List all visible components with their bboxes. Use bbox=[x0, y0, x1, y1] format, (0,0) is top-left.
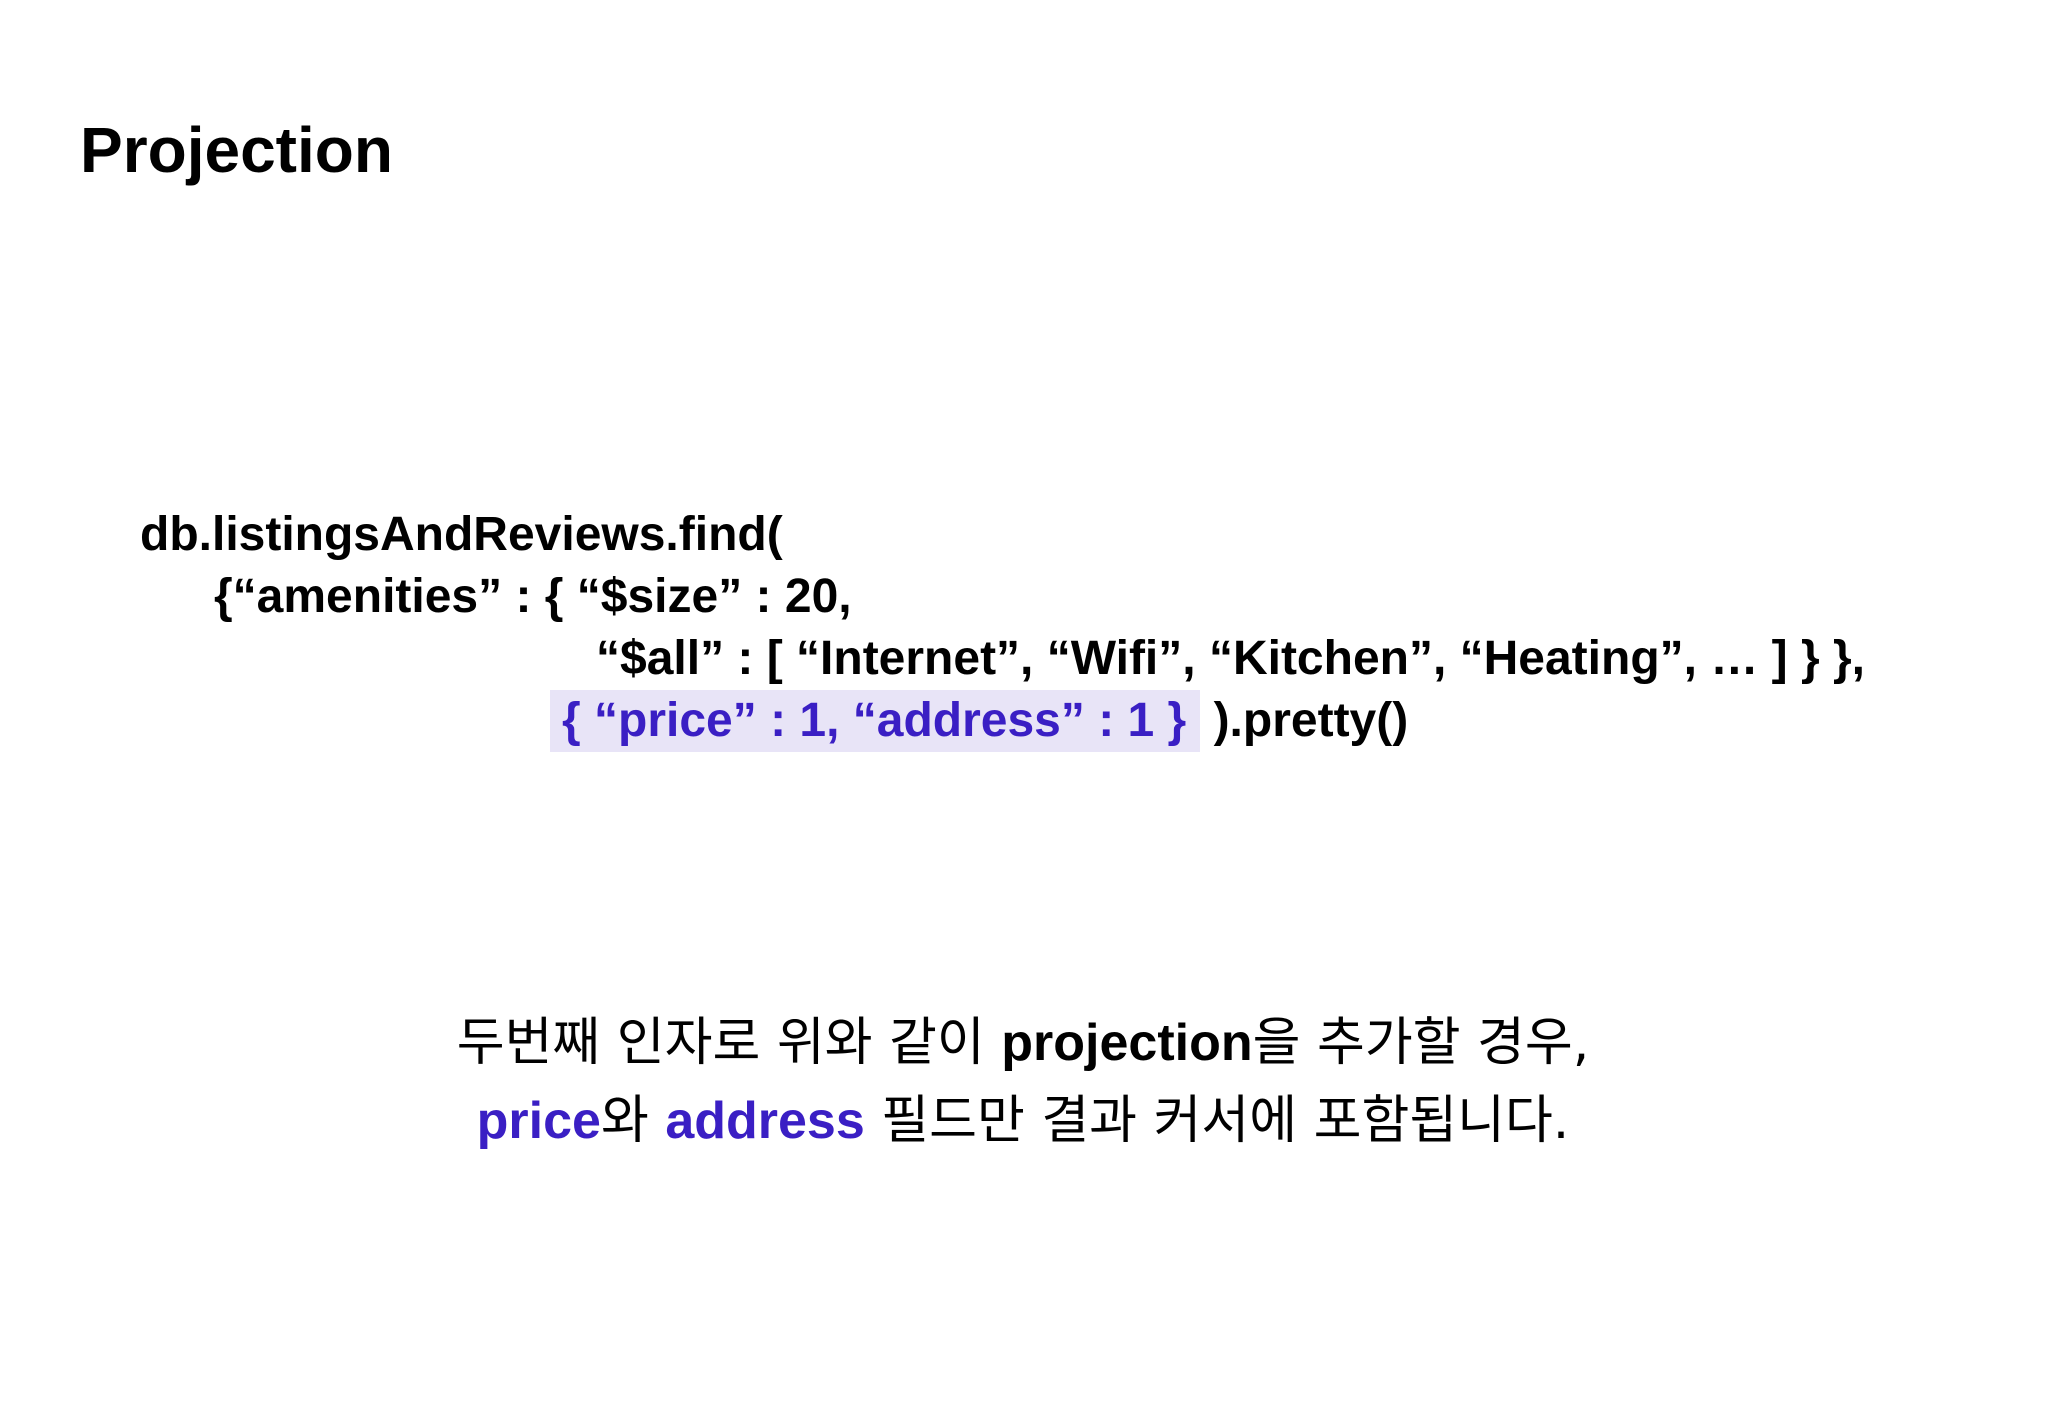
explanation-line-2-suffix: 필드만 결과 커서에 포함됩니다. bbox=[864, 1091, 1570, 1151]
explanation-line-1-prefix: 두번째 인자로 위와 같이 bbox=[456, 1013, 1002, 1073]
code-line-3: “$all” : [ “Internet”, “Wifi”, “Kitchen”… bbox=[596, 632, 1865, 685]
explanation-text: 두번째 인자로 위와 같이 projection을 추가할 경우, price와… bbox=[0, 1004, 2046, 1160]
explanation-line-1-suffix: 을 추가할 경우, bbox=[1252, 1013, 1590, 1073]
projection-term: projection bbox=[1001, 1014, 1253, 1072]
explanation-line-2: price와 address 필드만 결과 커서에 포함됩니다. bbox=[0, 1082, 2046, 1160]
explanation-line-1: 두번째 인자로 위와 같이 projection을 추가할 경우, bbox=[0, 1004, 2046, 1082]
code-line-2: {“amenities” : { “$size” : 20, bbox=[214, 570, 852, 623]
code-line-4: { “price” : 1, “address” : 1 } ).pretty(… bbox=[140, 690, 1865, 752]
explanation-line-2-mid: 와 bbox=[600, 1091, 666, 1151]
code-block: db.listingsAndReviews.find( {“amenities”… bbox=[140, 504, 1865, 752]
slide: Projection db.listingsAndReviews.find( {… bbox=[0, 0, 2046, 1408]
code-line-1: db.listingsAndReviews.find( bbox=[140, 508, 783, 561]
price-term: price bbox=[476, 1092, 601, 1150]
projection-argument-highlight: { “price” : 1, “address” : 1 } bbox=[550, 690, 1201, 752]
slide-title: Projection bbox=[80, 114, 393, 186]
pretty-call: ).pretty() bbox=[1200, 694, 1409, 747]
address-term: address bbox=[665, 1092, 865, 1150]
